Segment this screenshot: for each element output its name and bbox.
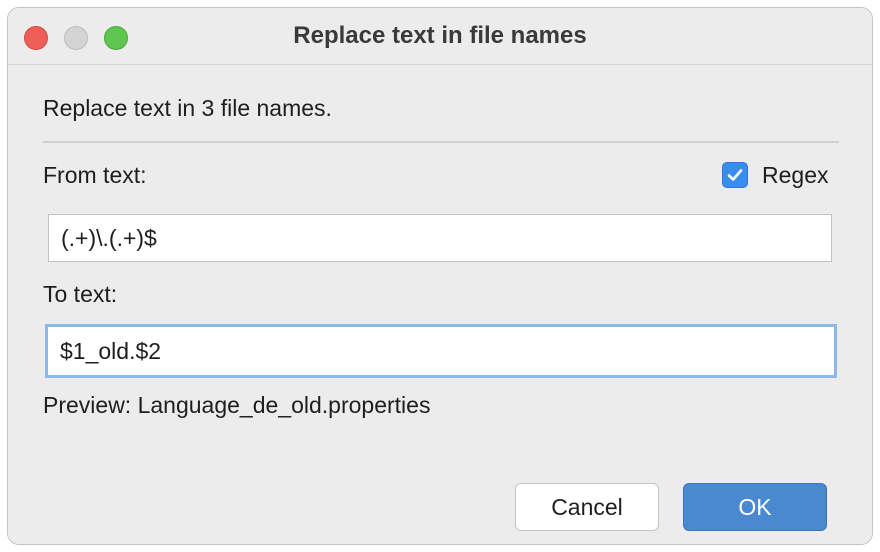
dialog-window: Replace text in file names Replace text … [7,7,873,545]
title-bar: Replace text in file names [8,8,872,65]
from-text-label: From text: [43,162,147,188]
preview-text: Preview: Language_de_old.properties [43,392,431,418]
window-title: Replace text in file names [293,22,587,49]
description-text: Replace text in 3 file names. [43,95,332,121]
regex-checkbox-group[interactable]: Regex [722,160,828,190]
from-text-input[interactable]: (.+)\.(.+)$ [48,214,832,262]
to-text-label: To text: [43,281,118,307]
dialog-content: Replace text in 3 file names. From text:… [8,65,872,544]
divider [43,141,839,143]
checkmark-icon [727,169,743,181]
regex-checkbox[interactable] [722,162,748,188]
cancel-button[interactable]: Cancel [515,483,659,531]
ok-button[interactable]: OK [683,483,827,531]
regex-label[interactable]: Regex [762,162,828,189]
to-text-input[interactable]: $1_old.$2 [45,324,837,378]
